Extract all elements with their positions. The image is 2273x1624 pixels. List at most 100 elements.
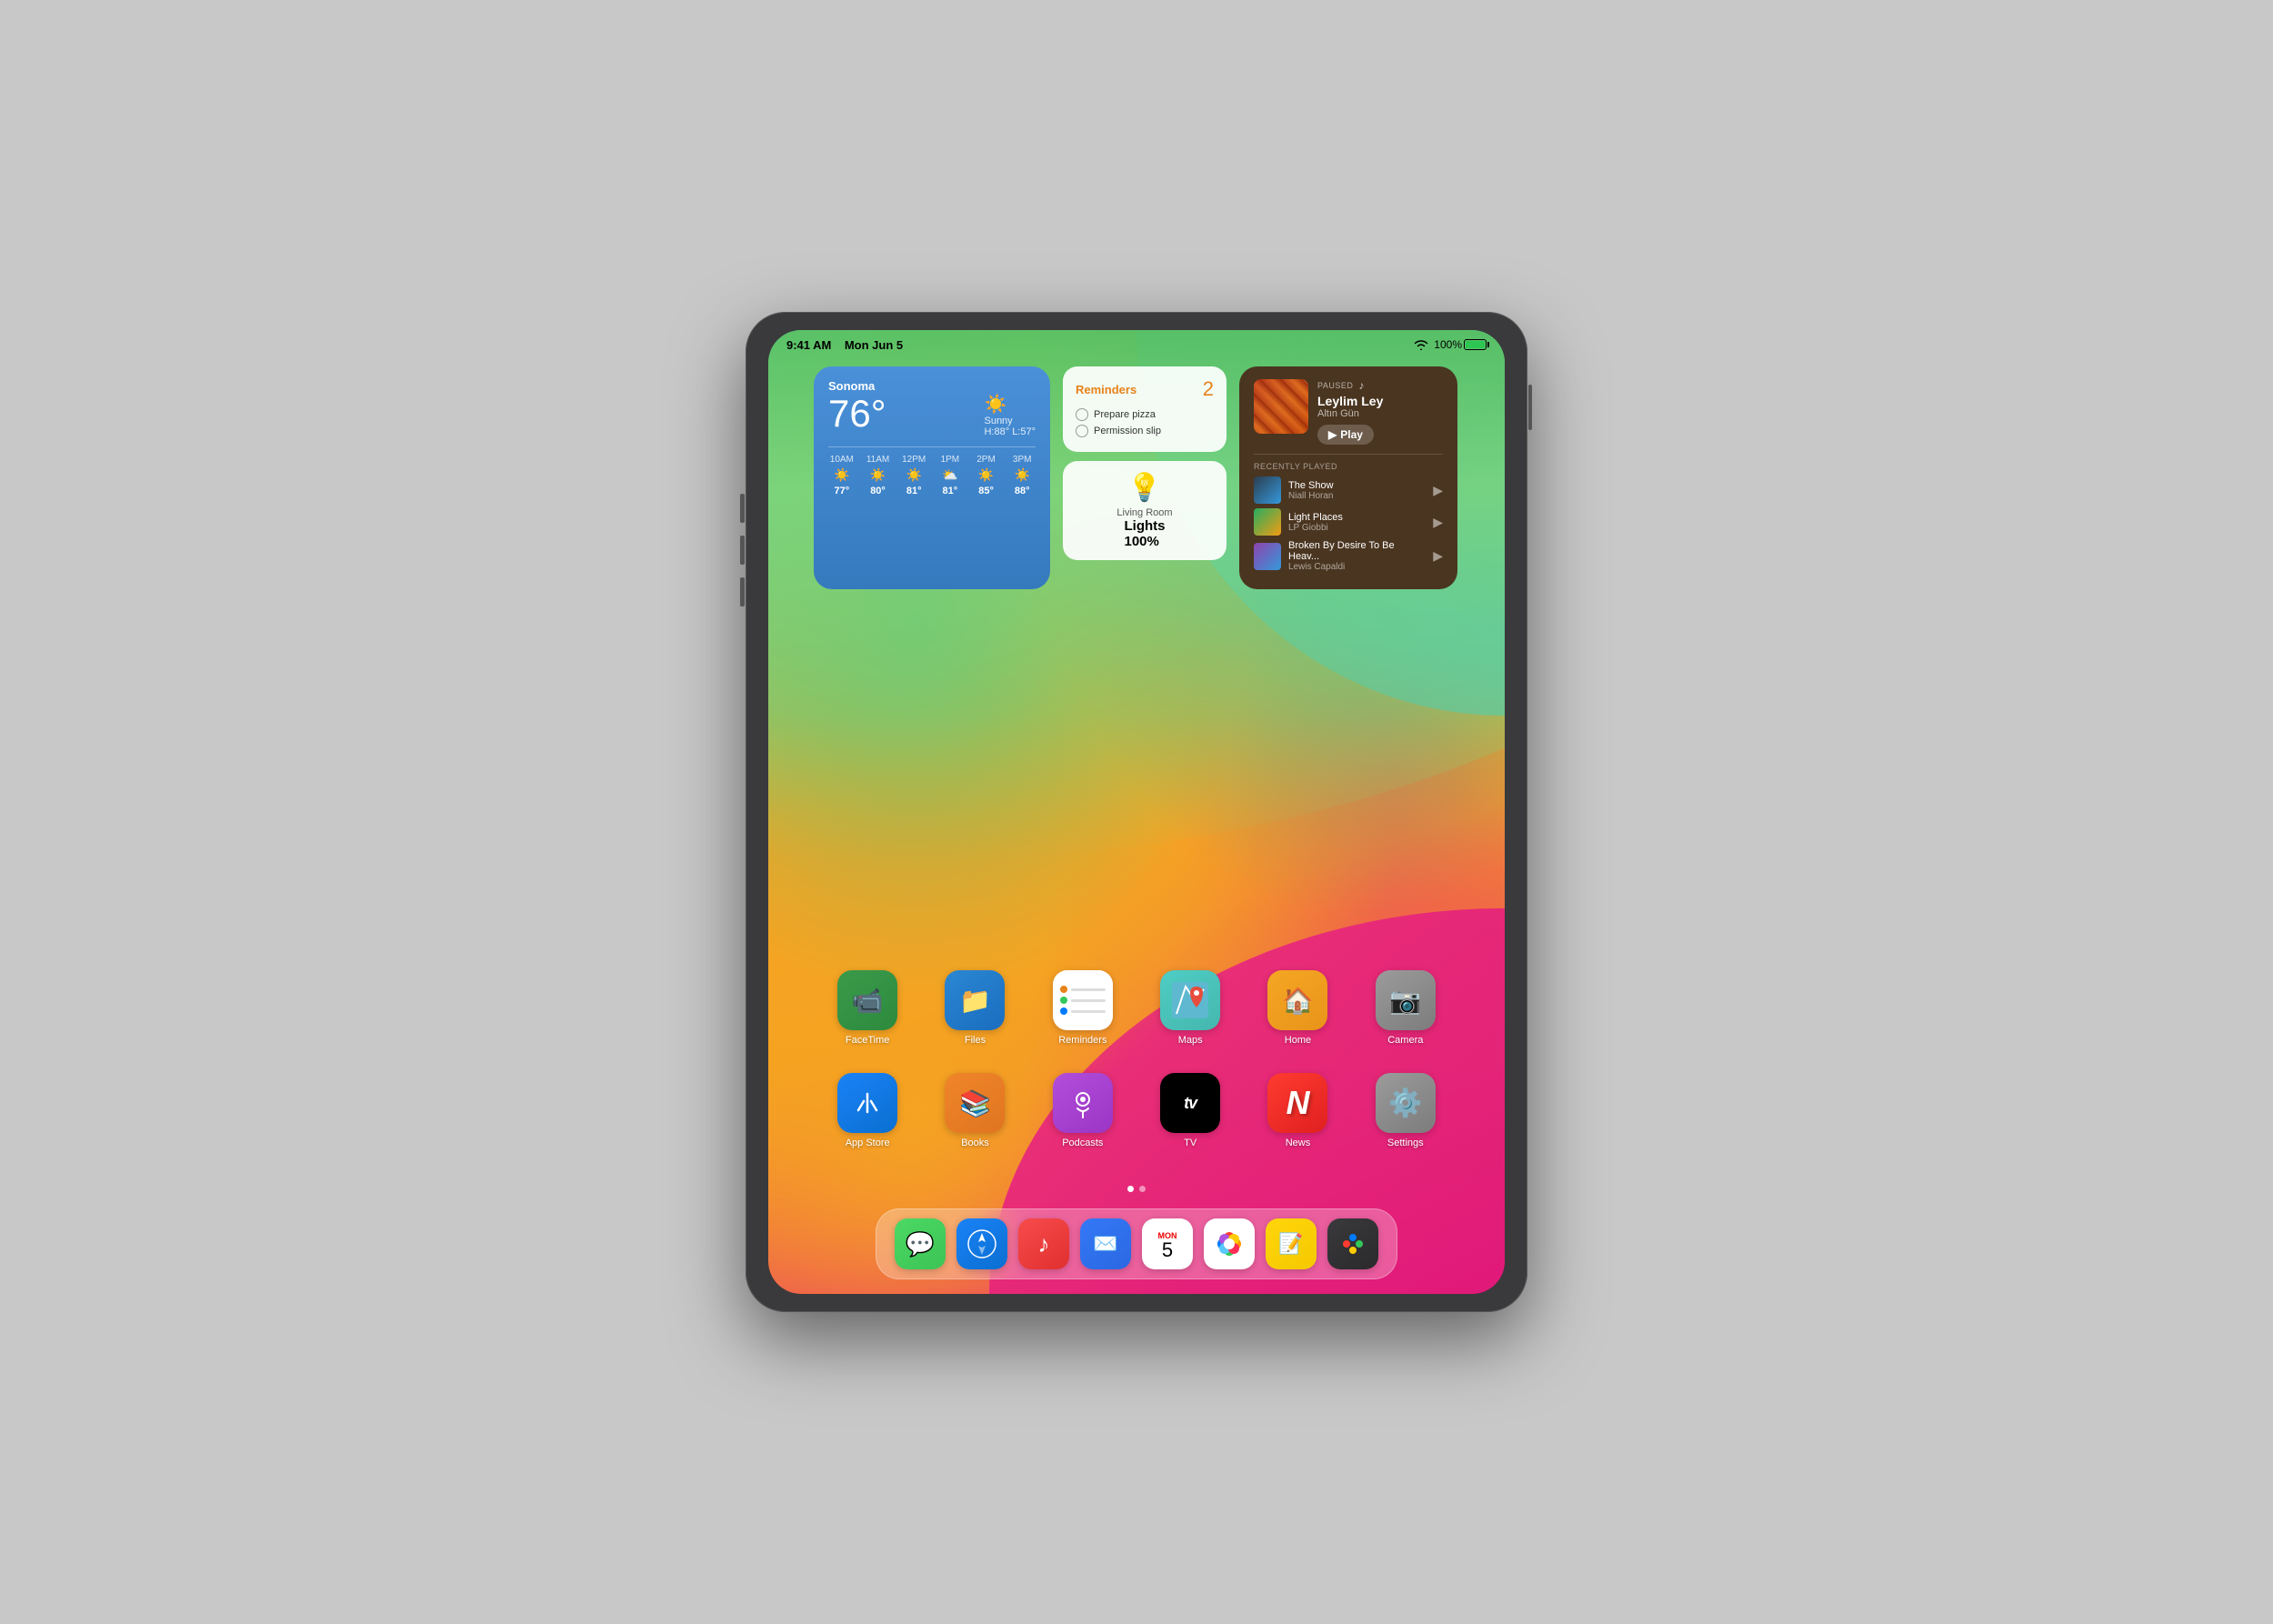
settings-gear: ⚙️ bbox=[1388, 1088, 1422, 1119]
mute-button[interactable] bbox=[740, 577, 745, 606]
files-label: Files bbox=[965, 1035, 986, 1046]
app-facetime[interactable]: 📹 FaceTime bbox=[826, 970, 908, 1046]
home-widget[interactable]: 💡 Living Room Lights 100% bbox=[1063, 461, 1227, 560]
dock-notes[interactable]: 📝 bbox=[1266, 1218, 1317, 1269]
home-label: Home bbox=[1285, 1035, 1311, 1046]
music-status: PAUSED ♪ bbox=[1317, 379, 1443, 392]
apps-row-2: App Store 📚 Books bbox=[814, 1073, 1459, 1148]
recently-played: RECENTLY PLAYED The Show Niall Horan ▶ L… bbox=[1254, 454, 1443, 572]
reminders-header: Reminders 2 bbox=[1076, 377, 1214, 401]
dock-photos[interactable] bbox=[1204, 1218, 1255, 1269]
weather-condition-row: 76° ☀️ Sunny H:88° L:57° bbox=[828, 393, 1036, 437]
rem-bar-0 bbox=[1071, 988, 1106, 991]
app-maps[interactable]: Maps bbox=[1149, 970, 1231, 1046]
weather-high: H:88° bbox=[984, 426, 1009, 437]
maps-icon bbox=[1160, 970, 1220, 1030]
recent-title-2: Broken By Desire To Be Heav... bbox=[1288, 540, 1426, 562]
album-art bbox=[1254, 379, 1308, 434]
weather-widget[interactable]: Sonoma 76° ☀️ Sunny H:88° L:57° bbox=[814, 366, 1050, 589]
recent-item-2[interactable]: Broken By Desire To Be Heav... Lewis Cap… bbox=[1254, 540, 1443, 572]
dock-calendar-icon: MON 5 bbox=[1142, 1218, 1193, 1269]
reminders-icon bbox=[1053, 970, 1113, 1030]
appstore-svg bbox=[851, 1087, 884, 1119]
news-icon: N bbox=[1267, 1073, 1327, 1133]
camera-label: Camera bbox=[1387, 1035, 1423, 1046]
recent-info-0: The Show Niall Horan bbox=[1288, 480, 1426, 501]
music-widget[interactable]: PAUSED ♪ Leylim Ley Altın Gün ▶ Play REC… bbox=[1239, 366, 1457, 589]
app-settings[interactable]: ⚙️ Settings bbox=[1365, 1073, 1447, 1148]
appstore-label: App Store bbox=[846, 1138, 890, 1148]
album-art-stripes bbox=[1254, 379, 1308, 434]
dock-safari-icon bbox=[956, 1218, 1007, 1269]
dock-calendar[interactable]: MON 5 bbox=[1142, 1218, 1193, 1269]
dock-mail-icon: ✉️ bbox=[1080, 1218, 1131, 1269]
rem-bar-1 bbox=[1071, 999, 1106, 1002]
recent-item-1[interactable]: Light Places LP Giobbi ▶ bbox=[1254, 508, 1443, 536]
volume-down-button[interactable] bbox=[740, 536, 745, 565]
music-now-playing: PAUSED ♪ Leylim Ley Altın Gün ▶ Play bbox=[1254, 379, 1443, 445]
gamecentre-svg bbox=[1337, 1228, 1369, 1260]
dock-music[interactable]: ♪ bbox=[1018, 1218, 1069, 1269]
reminders-count: 2 bbox=[1203, 377, 1214, 401]
books-icon: 📚 bbox=[945, 1073, 1005, 1133]
page-dot-1[interactable] bbox=[1139, 1186, 1146, 1192]
music-title: Leylim Ley bbox=[1317, 394, 1443, 408]
recent-art-2 bbox=[1254, 543, 1281, 570]
play-label: Play bbox=[1340, 428, 1363, 441]
recent-play-2[interactable]: ▶ bbox=[1433, 548, 1443, 564]
forecast-item-0: 10AM ☀️ 77° bbox=[828, 455, 856, 496]
dock-mail[interactable]: ✉️ bbox=[1080, 1218, 1131, 1269]
app-books[interactable]: 📚 Books bbox=[934, 1073, 1016, 1148]
forecast-item-2: 12PM ☀️ 81° bbox=[900, 455, 927, 496]
rem-dot-2 bbox=[1060, 1007, 1067, 1015]
weather-temp: 76° bbox=[828, 395, 886, 433]
recent-play-1[interactable]: ▶ bbox=[1433, 515, 1443, 530]
app-camera[interactable]: 📷 Camera bbox=[1365, 970, 1447, 1046]
page-dot-0[interactable] bbox=[1127, 1186, 1134, 1192]
page-dots bbox=[1127, 1186, 1146, 1192]
recent-artist-0: Niall Horan bbox=[1288, 491, 1426, 501]
power-button[interactable] bbox=[1528, 385, 1532, 430]
app-reminders[interactable]: Reminders bbox=[1042, 970, 1124, 1046]
dock: 💬 ♪ ✉️ bbox=[876, 1208, 1397, 1279]
condition-text: Sunny bbox=[984, 416, 1012, 426]
date-display: Mon Jun 5 bbox=[845, 338, 903, 352]
time-display: 9:41 AM bbox=[786, 338, 831, 352]
news-n: N bbox=[1286, 1084, 1309, 1122]
messages-bubble: 💬 bbox=[906, 1230, 935, 1258]
recent-title-0: The Show bbox=[1288, 480, 1426, 491]
home-device-value: 100% bbox=[1125, 534, 1159, 549]
tv-text: tv bbox=[1184, 1094, 1197, 1113]
reminder-circle-1 bbox=[1076, 425, 1088, 437]
reminder-text-0: Prepare pizza bbox=[1094, 409, 1156, 420]
settings-icon: ⚙️ bbox=[1376, 1073, 1436, 1133]
weather-forecast: 10AM ☀️ 77° 11AM ☀️ 80° 12PM ☀️ 81° bbox=[828, 446, 1036, 496]
dock-gamecentre[interactable] bbox=[1327, 1218, 1378, 1269]
dock-safari[interactable] bbox=[956, 1218, 1007, 1269]
apps-row-1: 📹 FaceTime 📁 Files bbox=[814, 970, 1459, 1046]
reminders-widget[interactable]: Reminders 2 Prepare pizza Permission sli… bbox=[1063, 366, 1227, 452]
rem-line-1 bbox=[1060, 997, 1106, 1004]
dock-notes-icon: 📝 bbox=[1266, 1218, 1317, 1269]
recent-art-1 bbox=[1254, 508, 1281, 536]
sub-widgets: Reminders 2 Prepare pizza Permission sli… bbox=[1063, 366, 1227, 589]
home-icon: 🏠 bbox=[1267, 970, 1327, 1030]
dock-messages[interactable]: 💬 bbox=[895, 1218, 946, 1269]
dock-gamecentre-icon bbox=[1327, 1218, 1378, 1269]
app-appstore[interactable]: App Store bbox=[826, 1073, 908, 1148]
volume-up-button[interactable] bbox=[740, 494, 745, 523]
play-button[interactable]: ▶ Play bbox=[1317, 425, 1374, 445]
app-tv[interactable]: tv TV bbox=[1149, 1073, 1231, 1148]
reminder-item-0: Prepare pizza bbox=[1076, 408, 1214, 421]
home-bulb-icon: 💡 bbox=[1127, 472, 1161, 504]
app-podcasts[interactable]: Podcasts bbox=[1042, 1073, 1124, 1148]
forecast-item-5: 3PM ☀️ 88° bbox=[1008, 455, 1036, 496]
recent-artist-1: LP Giobbi bbox=[1288, 523, 1426, 533]
recent-info-1: Light Places LP Giobbi bbox=[1288, 512, 1426, 533]
facetime-icon: 📹 bbox=[837, 970, 897, 1030]
app-home[interactable]: 🏠 Home bbox=[1257, 970, 1338, 1046]
app-files[interactable]: 📁 Files bbox=[934, 970, 1016, 1046]
app-news[interactable]: N News bbox=[1257, 1073, 1338, 1148]
recent-play-0[interactable]: ▶ bbox=[1433, 483, 1443, 498]
recent-item-0[interactable]: The Show Niall Horan ▶ bbox=[1254, 476, 1443, 504]
